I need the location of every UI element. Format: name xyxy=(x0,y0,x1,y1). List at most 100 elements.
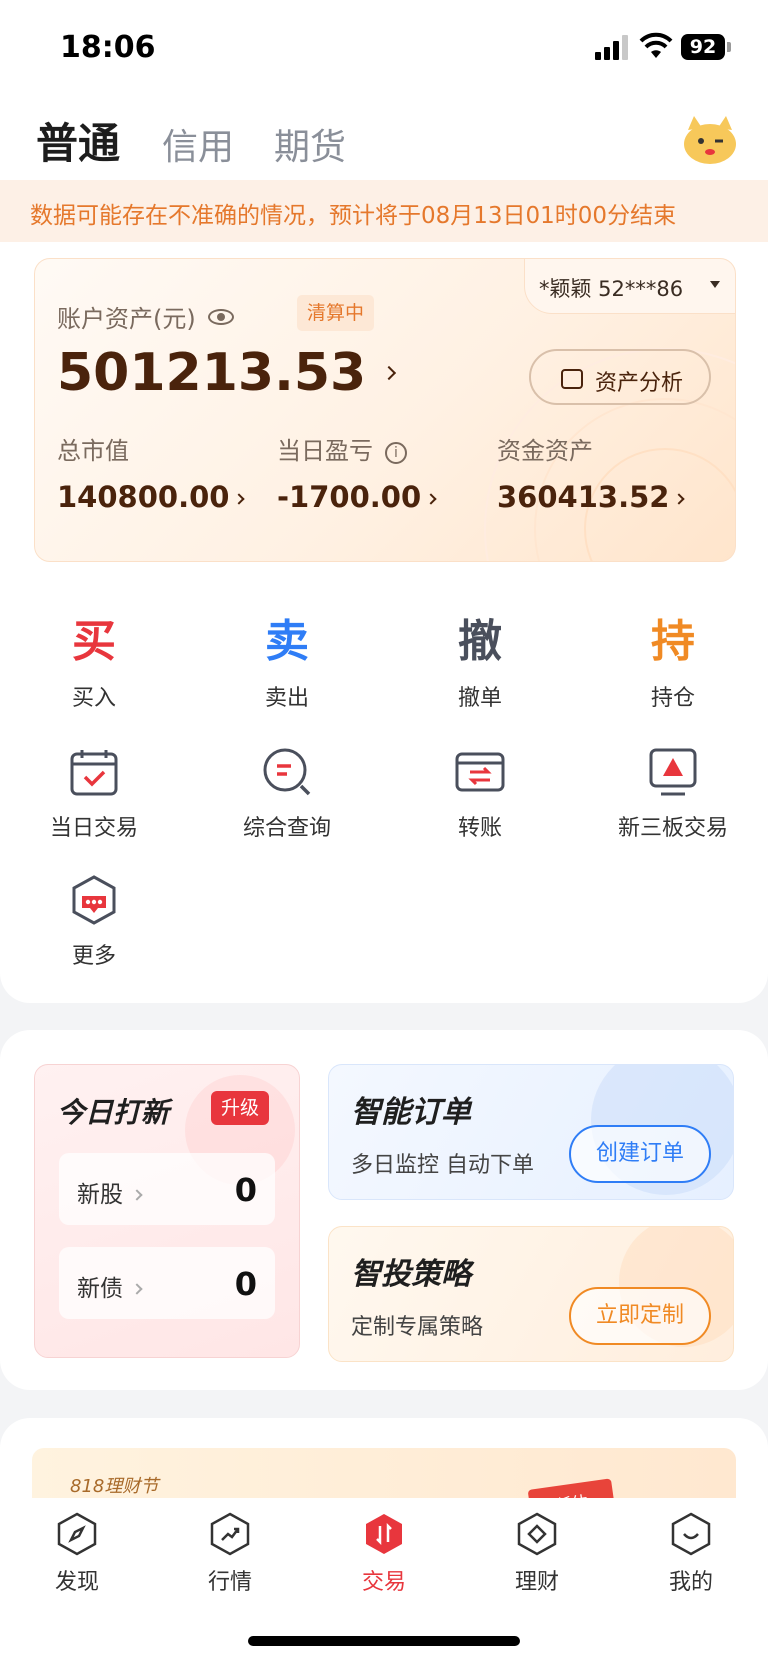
market-value-amount: 140800.00 xyxy=(57,480,230,514)
more-icon xyxy=(72,875,116,925)
positions-label: 持仓 xyxy=(650,686,695,711)
chevron-right-icon xyxy=(233,493,246,505)
notice-banner: 数据可能存在不准确的情况，预计将于08月13日01时00分结束 xyxy=(0,180,768,242)
nav-profile-label: 我的 xyxy=(668,1570,713,1595)
new-bond-label: 新债 xyxy=(77,1276,123,1302)
battery-icon: 92 xyxy=(681,34,725,60)
calendar-check-icon xyxy=(70,750,118,796)
home-indicator[interactable] xyxy=(248,1636,520,1646)
ipo-title: 今日打新 xyxy=(57,1096,170,1129)
smart-strategy-title: 智投策略 xyxy=(351,1257,471,1292)
nav-trade[interactable]: 交易 xyxy=(329,1512,439,1596)
nav-wealth-label: 理财 xyxy=(514,1570,559,1595)
search-query-icon xyxy=(263,748,311,796)
mascot-icon[interactable] xyxy=(680,110,740,166)
smart-strategy-subtitle: 定制专属策略 xyxy=(351,1315,484,1340)
customize-button[interactable]: 立即定制 xyxy=(569,1287,711,1345)
tab-normal[interactable]: 普通 xyxy=(36,110,120,171)
transfer-icon xyxy=(455,752,505,792)
wealth-icon xyxy=(517,1512,557,1556)
cash-label: 资金资产 xyxy=(497,437,593,465)
eye-icon[interactable] xyxy=(207,309,234,325)
nav-discover[interactable]: 发现 xyxy=(22,1512,132,1596)
smart-order-card[interactable]: 智能订单 多日监控 自动下单 创建订单 xyxy=(328,1064,734,1200)
buy-glyph: 买 xyxy=(72,616,116,667)
cellular-signal-icon xyxy=(595,34,629,60)
chevron-right-icon xyxy=(425,493,437,505)
card-decoration xyxy=(484,348,735,561)
upgrade-badge: 升级 xyxy=(211,1091,269,1125)
daily-pnl-label: 当日盈亏 xyxy=(277,437,373,465)
create-order-button[interactable]: 创建订单 xyxy=(569,1125,711,1183)
chevron-right-icon xyxy=(131,1189,143,1201)
chevron-right-icon xyxy=(382,365,397,381)
nav-wealth[interactable]: 理财 xyxy=(482,1512,592,1596)
neeq-trade-label: 新三板交易 xyxy=(617,816,728,841)
main-panel: 18:06 92 普通 信用 期货 数据可能存在不准确的情况，预计将于08月13… xyxy=(0,0,768,1003)
info-icon[interactable]: i xyxy=(385,442,407,464)
new-bond-row[interactable]: 新债 0 xyxy=(59,1247,275,1319)
assets-label-row: 账户资产(元) xyxy=(57,299,234,334)
account-name: *颖颖 52***86 xyxy=(539,277,684,301)
transfer-label: 转账 xyxy=(457,816,502,841)
daily-trades-label: 当日交易 xyxy=(49,816,138,841)
asset-analysis-label: 资产分析 xyxy=(595,371,684,396)
asset-analysis-button[interactable]: 资产分析 xyxy=(529,349,711,405)
neeq-trade-icon xyxy=(649,748,697,796)
cash-assets[interactable]: 资金资产 360413.52 xyxy=(497,431,686,514)
query-button[interactable]: 综合查询 xyxy=(222,746,352,842)
trade-icon xyxy=(366,1514,402,1554)
positions-button[interactable]: 持 持仓 xyxy=(608,612,738,712)
wifi-icon xyxy=(639,32,673,58)
ipo-card[interactable]: 今日打新 升级 新股 0 新债 0 xyxy=(34,1064,300,1358)
daily-trades-button[interactable]: 当日交易 xyxy=(29,746,159,842)
new-stock-count: 0 xyxy=(234,1171,257,1209)
new-bond-count: 0 xyxy=(234,1265,257,1303)
positions-glyph: 持 xyxy=(651,616,695,667)
daily-pnl[interactable]: 当日盈亏 i -1700.00 xyxy=(277,431,437,514)
nav-trade-label: 交易 xyxy=(361,1570,406,1595)
transfer-button[interactable]: 转账 xyxy=(415,746,545,842)
analysis-icon xyxy=(561,369,583,389)
nav-profile[interactable]: 我的 xyxy=(636,1512,746,1596)
more-button[interactable]: 更多 xyxy=(29,874,159,970)
tab-credit[interactable]: 信用 xyxy=(162,118,234,170)
tab-futures[interactable]: 期货 xyxy=(274,118,346,170)
buy-button[interactable]: 买 买入 xyxy=(29,612,159,712)
query-label: 综合查询 xyxy=(242,816,331,841)
total-assets[interactable]: 501213.53 xyxy=(57,343,397,403)
new-stock-row[interactable]: 新股 0 xyxy=(59,1153,275,1225)
status-badge: 清算中 xyxy=(297,295,375,331)
cash-amount: 360413.52 xyxy=(497,480,670,514)
total-assets-value: 501213.53 xyxy=(57,343,367,403)
sell-label: 卖出 xyxy=(264,686,309,711)
chevron-right-icon xyxy=(131,1283,143,1295)
cancel-label: 撤单 xyxy=(457,686,502,711)
chart-icon xyxy=(210,1512,250,1556)
cancel-glyph: 撤 xyxy=(458,616,502,667)
chevron-right-icon xyxy=(673,493,686,505)
more-label: 更多 xyxy=(71,944,116,969)
caret-down-icon xyxy=(710,281,720,288)
new-stock-label: 新股 xyxy=(77,1182,123,1208)
cancel-order-button[interactable]: 撤 撤单 xyxy=(415,612,545,712)
market-value[interactable]: 总市值 140800.00 xyxy=(57,431,246,514)
nav-market[interactable]: 行情 xyxy=(175,1512,285,1596)
features-section: 今日打新 升级 新股 0 新债 0 智能订单 多日监控 自动下单 创建订单 智投… xyxy=(0,1030,768,1390)
smart-order-title: 智能订单 xyxy=(351,1095,471,1130)
notice-text: 数据可能存在不准确的情况，预计将于08月13日01时00分结束 xyxy=(30,203,677,229)
assets-label: 账户资产(元) xyxy=(57,305,196,333)
compass-icon xyxy=(57,1512,97,1556)
sell-button[interactable]: 卖 卖出 xyxy=(222,612,352,712)
smart-strategy-card[interactable]: 智投策略 定制专属策略 立即定制 xyxy=(328,1226,734,1362)
daily-pnl-amount: -1700.00 xyxy=(277,480,422,514)
neeq-trade-button[interactable]: 新三板交易 xyxy=(608,746,738,842)
buy-label: 买入 xyxy=(71,686,116,711)
nav-discover-label: 发现 xyxy=(54,1570,99,1595)
profile-icon xyxy=(671,1512,711,1556)
nav-market-label: 行情 xyxy=(207,1570,252,1595)
status-bar: 18:06 92 xyxy=(0,0,768,96)
smart-order-subtitle: 多日监控 自动下单 xyxy=(351,1153,534,1178)
battery-tip xyxy=(727,42,731,52)
account-selector[interactable]: *颖颖 52***86 xyxy=(524,259,735,314)
